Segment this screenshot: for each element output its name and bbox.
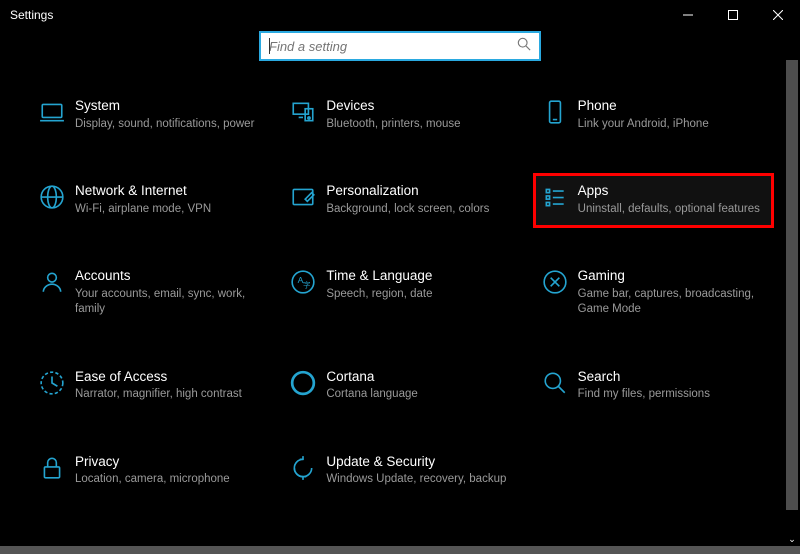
category-title: Privacy [75, 453, 258, 471]
category-desc: Windows Update, recovery, backup [326, 472, 509, 488]
settings-window: Settings ⌄ [0, 0, 800, 546]
network-icon [39, 182, 75, 210]
category-desc: Your accounts, email, sync, work, family [75, 287, 258, 318]
category-title: Ease of Access [75, 368, 258, 386]
category-desc: Display, sound, notifications, power [75, 117, 258, 133]
devices-icon [290, 97, 326, 125]
category-personalization[interactable]: Personalization Background, lock screen,… [281, 173, 522, 228]
category-update-security[interactable]: Update & Security Windows Update, recove… [281, 444, 522, 499]
svg-text:字: 字 [303, 280, 311, 290]
category-desc: Background, lock screen, colors [326, 202, 509, 218]
ease-of-access-icon [39, 368, 75, 396]
category-apps[interactable]: Apps Uninstall, defaults, optional featu… [533, 173, 774, 228]
search-category-icon [542, 368, 578, 396]
category-title: Accounts [75, 267, 258, 285]
maximize-button[interactable] [710, 0, 755, 30]
category-cortana[interactable]: Cortana Cortana language [281, 359, 522, 414]
minimize-icon [683, 10, 693, 20]
scrollbar-track[interactable] [784, 30, 800, 546]
category-desc: Bluetooth, printers, mouse [326, 117, 509, 133]
category-title: System [75, 97, 258, 115]
gaming-icon [542, 267, 578, 295]
category-gaming[interactable]: Gaming Game bar, captures, broadcasting,… [533, 258, 774, 329]
category-title: Phone [578, 97, 761, 115]
category-desc: Location, camera, microphone [75, 472, 258, 488]
category-title: Gaming [578, 267, 761, 285]
window-title: Settings [10, 8, 53, 22]
category-desc: Narrator, magnifier, high contrast [75, 387, 258, 403]
titlebar: Settings [0, 0, 800, 30]
category-ease-of-access[interactable]: Ease of Access Narrator, magnifier, high… [30, 359, 271, 414]
time-language-icon: A字 [290, 267, 326, 295]
search-icon [517, 37, 531, 56]
category-desc: Link your Android, iPhone [578, 117, 761, 133]
category-system[interactable]: System Display, sound, notifications, po… [30, 88, 271, 143]
category-desc: Speech, region, date [326, 287, 509, 303]
category-accounts[interactable]: Accounts Your accounts, email, sync, wor… [30, 258, 271, 329]
category-title: Apps [578, 182, 761, 200]
system-icon [39, 97, 75, 125]
search-input[interactable] [269, 39, 517, 54]
category-desc: Uninstall, defaults, optional features [578, 202, 761, 218]
category-phone[interactable]: Phone Link your Android, iPhone [533, 88, 774, 143]
category-desc: Find my files, permissions [578, 387, 761, 403]
category-grid: System Display, sound, notifications, po… [30, 88, 774, 499]
phone-icon [542, 97, 578, 125]
apps-icon [542, 182, 578, 210]
category-title: Time & Language [326, 267, 509, 285]
category-title: Devices [326, 97, 509, 115]
scrollbar-thumb[interactable] [786, 60, 798, 510]
category-title: Network & Internet [75, 182, 258, 200]
privacy-icon [39, 453, 75, 481]
category-title: Search [578, 368, 761, 386]
category-desc: Cortana language [326, 387, 509, 403]
close-button[interactable] [755, 0, 800, 30]
category-desc: Game bar, captures, broadcasting, Game M… [578, 287, 761, 318]
category-search[interactable]: Search Find my files, permissions [533, 359, 774, 414]
scrollbar-down-arrow[interactable]: ⌄ [784, 534, 800, 544]
category-title: Personalization [326, 182, 509, 200]
category-title: Cortana [326, 368, 509, 386]
category-devices[interactable]: Devices Bluetooth, printers, mouse [281, 88, 522, 143]
text-caret [269, 38, 270, 54]
update-icon [290, 453, 326, 481]
personalization-icon [290, 182, 326, 210]
maximize-icon [728, 10, 738, 20]
cortana-icon [290, 368, 326, 396]
search-box[interactable] [259, 31, 541, 61]
window-controls [665, 0, 800, 30]
minimize-button[interactable] [665, 0, 710, 30]
category-network[interactable]: Network & Internet Wi-Fi, airplane mode,… [30, 173, 271, 228]
category-title: Update & Security [326, 453, 509, 471]
settings-content: System Display, sound, notifications, po… [0, 62, 784, 546]
close-icon [773, 10, 783, 20]
category-desc: Wi-Fi, airplane mode, VPN [75, 202, 258, 218]
category-time-language[interactable]: A字 Time & Language Speech, region, date [281, 258, 522, 329]
accounts-icon [39, 267, 75, 295]
category-privacy[interactable]: Privacy Location, camera, microphone [30, 444, 271, 499]
